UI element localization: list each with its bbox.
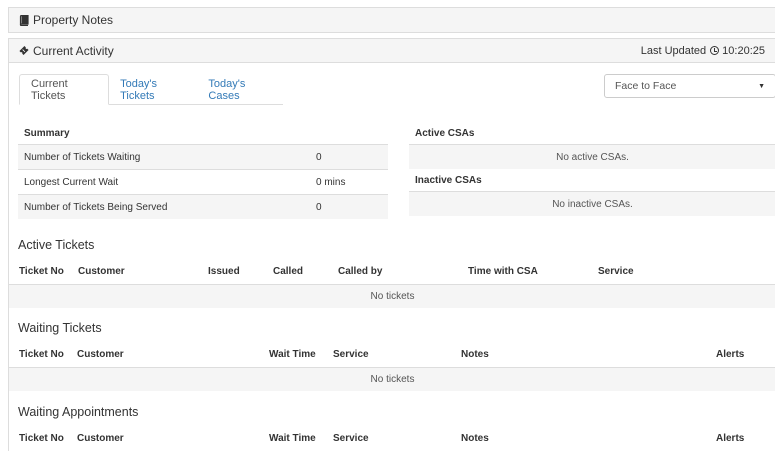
active-tickets-empty: No tickets xyxy=(9,284,775,308)
summary-row: Number of Tickets Being Served 0 xyxy=(18,194,388,219)
current-activity-heading: Current Activity Last Updated 10:20:25 xyxy=(9,39,775,63)
waiting-tickets-title: Waiting Tickets xyxy=(18,321,102,335)
column-header: Ticket No xyxy=(19,433,64,444)
column-header: Notes xyxy=(461,349,489,360)
clock-icon xyxy=(710,46,720,55)
summary-value: 0 xyxy=(316,151,322,163)
summary-row: Number of Tickets Waiting 0 xyxy=(18,144,388,169)
service-mode-value: Face to Face xyxy=(615,80,677,92)
activity-tabs: Current Tickets Today's Tickets Today's … xyxy=(19,74,283,105)
column-header: Service xyxy=(333,433,369,444)
waiting-tickets-empty: No tickets xyxy=(9,367,775,391)
current-activity-title: Current Activity xyxy=(33,43,114,58)
last-updated-time: 10:20:25 xyxy=(722,44,765,57)
column-header: Notes xyxy=(461,433,489,444)
column-header: Service xyxy=(598,266,634,277)
property-notes-heading[interactable]: Property Notes xyxy=(9,8,775,32)
column-header: Customer xyxy=(77,433,124,444)
ticket-icon xyxy=(19,45,29,56)
summary-label: Longest Current Wait xyxy=(24,176,119,188)
column-header: Called by xyxy=(338,266,383,277)
summary-value: 0 mins xyxy=(316,176,346,188)
chevron-down-icon: ▼ xyxy=(758,82,765,90)
column-header: Wait Time xyxy=(269,433,316,444)
waiting-appointments-title: Waiting Appointments xyxy=(18,405,139,419)
waiting-tickets-header: Ticket No Customer Wait Time Service Not… xyxy=(9,345,775,365)
column-header: Alerts xyxy=(716,349,745,360)
last-updated-label: Last Updated xyxy=(640,44,707,57)
summary-row: Longest Current Wait 0 mins xyxy=(18,169,388,194)
column-header: Customer xyxy=(77,349,124,360)
summary-value: 0 xyxy=(316,201,322,213)
last-updated: Last Updated 10:20:25 xyxy=(641,45,765,57)
service-mode-select[interactable]: Face to Face ▼ xyxy=(604,74,775,98)
column-header: Alerts xyxy=(716,433,745,444)
column-header: Time with CSA xyxy=(468,266,538,277)
column-header: Ticket No xyxy=(19,349,64,360)
active-csas-empty: No active CSAs. xyxy=(409,144,775,169)
active-tickets-header: Ticket No Customer Issued Called Called … xyxy=(9,262,775,282)
active-tickets-title: Active Tickets xyxy=(18,238,95,252)
waiting-appointments-header: Ticket No Customer Wait Time Service Not… xyxy=(9,429,775,449)
tab-todays-cases[interactable]: Today's Cases xyxy=(197,74,283,105)
heading-left: Property Notes xyxy=(19,13,113,27)
summary-table: Summary Number of Tickets Waiting 0 Long… xyxy=(18,122,388,219)
current-activity-panel: Current Activity Last Updated 10:20:25 C… xyxy=(8,38,775,451)
tab-current-tickets[interactable]: Current Tickets xyxy=(19,74,110,105)
csa-section: Active CSAs No active CSAs. Inactive CSA… xyxy=(409,122,775,216)
tab-todays-tickets[interactable]: Today's Tickets xyxy=(109,74,197,105)
inactive-csas-empty: No inactive CSAs. xyxy=(409,191,775,216)
book-icon xyxy=(19,14,29,26)
inactive-csas-title: Inactive CSAs xyxy=(415,174,482,186)
property-notes-title: Property Notes xyxy=(33,13,114,27)
active-csas-title: Active CSAs xyxy=(415,127,475,139)
column-header: Customer xyxy=(78,266,125,277)
column-header: Wait Time xyxy=(269,349,316,360)
column-header: Ticket No xyxy=(19,266,64,277)
column-header: Issued xyxy=(208,266,240,277)
summary-title: Summary xyxy=(24,127,70,139)
column-header: Called xyxy=(273,266,304,277)
column-header: Service xyxy=(333,349,369,360)
property-notes-panel[interactable]: Property Notes xyxy=(8,7,775,33)
summary-label: Number of Tickets Being Served xyxy=(24,201,168,213)
heading-left: Current Activity xyxy=(19,44,114,58)
summary-label: Number of Tickets Waiting xyxy=(24,151,141,163)
